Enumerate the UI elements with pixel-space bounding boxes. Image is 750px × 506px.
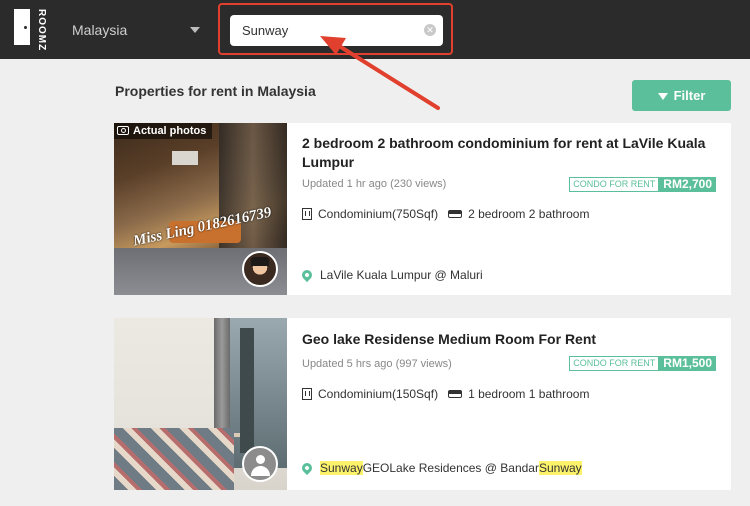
bed-icon — [448, 210, 463, 218]
listing-updated: Updated 5 hrs ago (997 views) — [302, 358, 452, 370]
property-type-tag: CONDO FOR RENT — [569, 177, 660, 192]
location-pin-icon — [299, 267, 315, 283]
price-tag: CONDO FOR RENT RM1,500 — [569, 356, 716, 371]
page-title: Properties for rent in Malaysia — [115, 83, 316, 99]
country-selector[interactable]: Malaysia — [72, 20, 202, 40]
chevron-down-icon — [190, 27, 200, 33]
location-text: GEOLake Residences @ Bandar — [362, 461, 539, 475]
price-label: RM1,500 — [659, 356, 716, 371]
filter-icon — [657, 93, 668, 101]
listing-features: Condominium(750Sqf) 2 bedroom 2 bathroom — [302, 207, 589, 221]
listing-features: Condominium(150Sqf) 1 bedroom 1 bathroom — [302, 387, 589, 401]
filter-button[interactable]: Filter — [632, 80, 731, 111]
room-count: 2 bedroom 2 bathroom — [468, 207, 590, 221]
actual-photos-badge: Actual photos — [114, 123, 213, 139]
bed-icon — [448, 390, 463, 398]
search-match-highlight: Sunway — [320, 461, 363, 475]
price-tag: CONDO FOR RENT RM2,700 — [569, 177, 716, 192]
search-match-highlight: Sunway — [538, 461, 582, 475]
listing-title[interactable]: 2 bedroom 2 bathroom condominium for ren… — [302, 134, 712, 172]
listing-photo[interactable]: Miss Ling 0182616739 Actual photos — [114, 123, 287, 295]
search-input[interactable] — [230, 15, 443, 46]
property-size: Condominium(750Sqf) — [318, 207, 439, 221]
roomz-logo[interactable]: ROOMZ — [14, 9, 54, 52]
listing-location: LaVile Kuala Lumpur @ Maluri — [299, 267, 483, 283]
listing-updated: Updated 1 hr ago (230 views) — [302, 178, 447, 190]
owner-avatar[interactable] — [242, 446, 278, 482]
property-size: Condominium(150Sqf) — [318, 387, 439, 401]
user-icon — [256, 455, 265, 464]
listing-location: Sunway GEOLake Residences @ Bandar Sunwa… — [299, 460, 582, 476]
building-icon — [302, 208, 312, 220]
listing-card[interactable]: Miss Ling 0182616739 Actual photos 2 bed… — [114, 123, 731, 295]
location-pin-icon — [299, 460, 315, 476]
country-label: Malaysia — [72, 22, 128, 38]
logo-text: ROOMZ — [36, 9, 47, 52]
room-count: 1 bedroom 1 bathroom — [468, 387, 590, 401]
owner-avatar[interactable] — [242, 251, 278, 287]
location-text: LaVile Kuala Lumpur @ Maluri — [320, 268, 483, 282]
listing-photo[interactable] — [114, 318, 287, 490]
property-type-tag: CONDO FOR RENT — [569, 356, 660, 371]
building-icon — [302, 388, 312, 400]
price-label: RM2,700 — [659, 177, 716, 192]
filter-label: Filter — [673, 88, 706, 103]
search-highlight-box: ✕ — [218, 3, 453, 55]
top-navbar: ROOMZ Malaysia ✕ — [0, 0, 750, 59]
listing-card[interactable]: Geo lake Residense Medium Room For Rent … — [114, 318, 731, 490]
listing-title[interactable]: Geo lake Residense Medium Room For Rent — [302, 330, 712, 349]
door-icon — [14, 9, 30, 45]
camera-icon — [117, 126, 129, 135]
clear-search-icon[interactable]: ✕ — [424, 24, 436, 36]
